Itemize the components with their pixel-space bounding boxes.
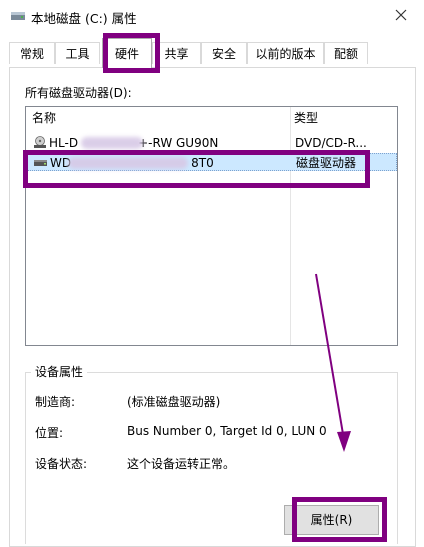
disk-drive-icon [34,156,48,169]
tab-general[interactable]: 常规 [9,42,55,64]
manufacturer-value: (标准磁盘驱动器) [127,395,221,409]
tab-label: 工具 [65,47,90,61]
tab-hardware[interactable]: 硬件 [102,38,152,68]
optical-drive-icon [33,136,47,149]
close-button[interactable] [378,0,424,32]
list-item-disk-drive[interactable]: WD 8T0 磁盘驱动器 [27,153,397,171]
tab-tools[interactable]: 工具 [55,42,100,64]
tab-quota[interactable]: 配额 [324,42,368,64]
drive-icon [10,10,26,22]
close-icon [395,9,407,21]
redaction-blur [81,137,143,149]
device-status-value: 这个设备运转正常。 [127,457,236,471]
tab-label: 安全 [211,47,236,61]
list-item-optical-drive[interactable]: HL-D +-RW GU90N DVD/CD-R... [27,134,397,152]
redaction-blur [68,157,188,169]
tab-sharing[interactable]: 共享 [152,42,201,64]
drives-list[interactable]: 名称 类型 HL-D +-RW GU90N DVD/CD-R... WD 8T0 磁… [25,106,398,346]
title-bar: 本地磁盘 (C:) 属性 [0,0,424,32]
tab-label: 常规 [19,47,44,61]
location-label: 位置: [35,426,64,440]
location-value: Bus Number 0, Target Id 0, LUN 0 [127,424,327,438]
device-properties-title: 设备属性 [31,363,88,380]
drives-list-label: 所有磁盘驱动器(D): [25,86,132,100]
tab-label: 共享 [164,47,189,61]
drive-type: 磁盘驱动器 [296,156,357,170]
drive-type: DVD/CD-R... [295,136,367,150]
tab-label: 以前的版本 [255,47,316,61]
column-header-type[interactable]: 类型 [294,107,318,129]
properties-button[interactable]: 属性(R) [284,505,379,535]
window-title: 本地磁盘 (C:) 属性 [31,11,137,26]
manufacturer-label: 制造商: [35,395,76,409]
tab-security[interactable]: 安全 [201,42,247,64]
device-status-label: 设备状态: [35,457,88,471]
column-header-name[interactable]: 名称 [32,107,56,129]
tab-label: 配额 [333,47,358,61]
tab-label: 硬件 [114,47,139,61]
tab-previous-versions[interactable]: 以前的版本 [247,42,324,64]
